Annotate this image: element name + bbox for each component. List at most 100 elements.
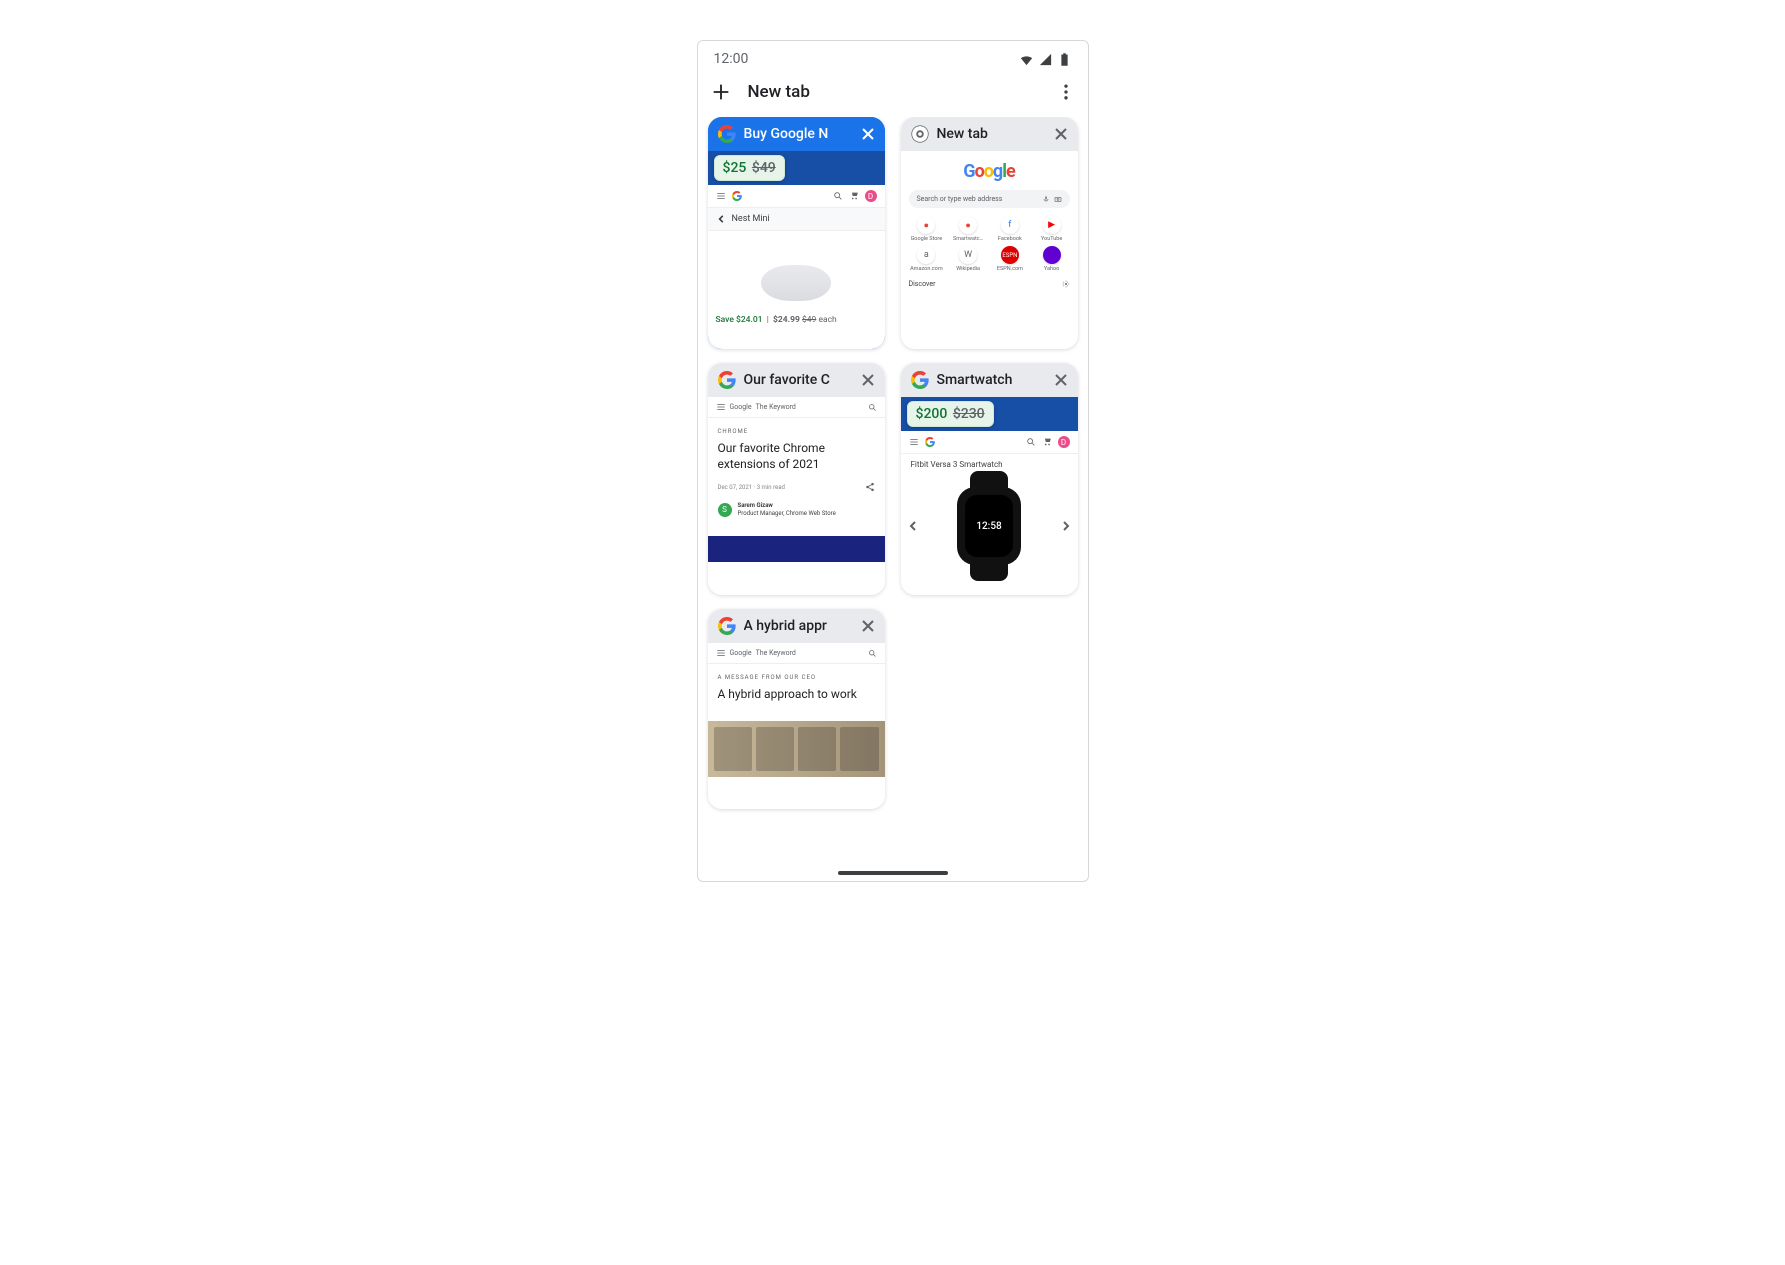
tab-card[interactable]: A hybrid appr Google The Keyword A MESSA… xyxy=(708,609,885,809)
google-icon xyxy=(718,125,736,143)
status-bar: 12:00 xyxy=(698,41,1088,71)
overflow-menu-button[interactable] xyxy=(1056,82,1076,102)
price-old: $49 xyxy=(752,160,776,176)
tab-card[interactable]: Smartwatch $200 $230 D Fitbit Versa 3 S xyxy=(901,363,1078,595)
chrome-icon xyxy=(911,125,929,143)
google-icon xyxy=(718,617,736,635)
search-icon xyxy=(868,403,877,412)
tab-titlebar: Smartwatch xyxy=(901,363,1078,397)
price-drop-chip[interactable]: $200 $230 xyxy=(907,401,994,427)
close-tab-button[interactable] xyxy=(1054,127,1068,141)
close-tab-button[interactable] xyxy=(861,127,875,141)
discover-label: Discover xyxy=(909,280,936,288)
site-shortcut: fFacebook xyxy=(990,216,1030,242)
tab-grid[interactable]: Buy Google N $25 $49 D xyxy=(698,117,1088,881)
article-headline: Our favorite Chrome extensions of 2021 xyxy=(718,441,875,472)
price-current: $25 xyxy=(723,160,747,176)
tab-thumbnail[interactable]: Google The Keyword CHROME Our favorite C… xyxy=(708,397,885,595)
article-kicker: CHROME xyxy=(718,428,875,435)
cart-icon xyxy=(1042,437,1052,447)
price-old: $230 xyxy=(953,406,985,422)
tab-title: Smartwatch xyxy=(937,372,1046,388)
menu-icon xyxy=(716,191,726,201)
tab-titlebar: A hybrid appr xyxy=(708,609,885,643)
article-header-bar: Google The Keyword xyxy=(708,397,885,418)
mic-icon xyxy=(1042,195,1050,203)
close-tab-button[interactable] xyxy=(1054,373,1068,387)
watch-face-time: 12:58 xyxy=(965,495,1013,557)
menu-icon xyxy=(716,402,726,412)
article-hero-image xyxy=(708,721,885,777)
new-tab-label[interactable]: New tab xyxy=(748,82,810,102)
search-omnibox: Search or type web address xyxy=(909,190,1070,208)
brand-google: Google xyxy=(730,403,752,411)
brand-keyword: The Keyword xyxy=(756,649,796,657)
brand-keyword: The Keyword xyxy=(756,403,796,411)
tab-thumbnail[interactable]: Google The Keyword A MESSAGE FROM OUR CE… xyxy=(708,643,885,809)
gear-icon xyxy=(1062,280,1070,288)
tab-thumbnail[interactable]: $200 $230 D Fitbit Versa 3 Smartwatch xyxy=(901,397,1078,595)
article-hero-image xyxy=(708,536,885,562)
site-shortcut: WWikipedia xyxy=(948,246,988,272)
search-icon xyxy=(868,649,877,658)
site-shortcut: ▶YouTube xyxy=(1032,216,1072,242)
battery-icon xyxy=(1057,52,1072,67)
tab-thumbnail[interactable]: Google Search or type web address ●Googl… xyxy=(901,151,1078,349)
store-header: D xyxy=(708,185,885,208)
menu-icon xyxy=(716,648,726,658)
breadcrumb-back: Nest Mini xyxy=(708,208,885,231)
price-line: Save $24.01 | $24.99 $49 each xyxy=(708,311,885,329)
article-headline: A hybrid approach to work xyxy=(718,687,875,703)
article-kicker: A MESSAGE FROM OUR CEO xyxy=(718,674,875,681)
avatar: D xyxy=(1058,436,1070,448)
avatar: D xyxy=(865,190,877,202)
share-icon xyxy=(865,482,875,492)
new-tab-button[interactable] xyxy=(710,81,732,103)
chevron-left-icon xyxy=(907,520,919,532)
tab-titlebar: Our favorite C xyxy=(708,363,885,397)
tab-card[interactable]: Our favorite C Google The Keyword CHROME… xyxy=(708,363,885,595)
author-title: Product Manager, Chrome Web Store xyxy=(738,510,836,517)
author-avatar: S xyxy=(718,503,732,517)
close-tab-button[interactable] xyxy=(861,619,875,633)
site-shortcut: Yahoo xyxy=(1032,246,1072,272)
tab-title: Buy Google N xyxy=(744,126,853,142)
google-icon xyxy=(925,437,935,447)
phone-frame: 12:00 New tab Buy Google N $25 $49 xyxy=(697,40,1089,882)
omnibox-placeholder: Search or type web address xyxy=(917,195,1003,203)
tab-card[interactable]: Buy Google N $25 $49 D xyxy=(708,117,885,349)
chevron-right-icon xyxy=(1060,520,1072,532)
cell-signal-icon xyxy=(1038,52,1053,67)
search-icon xyxy=(833,191,843,201)
tab-title: Our favorite C xyxy=(744,372,853,388)
close-tab-button[interactable] xyxy=(861,373,875,387)
product-image xyxy=(761,265,831,301)
tab-titlebar: New tab xyxy=(901,117,1078,151)
store-header: D xyxy=(901,431,1078,454)
tab-title: A hybrid appr xyxy=(744,618,853,634)
tab-card[interactable]: New tab Google Search or type web addres… xyxy=(901,117,1078,349)
menu-icon xyxy=(909,437,919,447)
google-icon xyxy=(911,371,929,389)
discover-header: Discover xyxy=(901,276,1078,292)
tab-thumbnail[interactable]: $25 $49 D Nest Mini Sa xyxy=(708,151,885,349)
product-carousel: 12:58 xyxy=(901,475,1078,565)
product-name: Nest Mini xyxy=(732,214,770,224)
tab-title: New tab xyxy=(937,126,1046,142)
wifi-icon xyxy=(1019,52,1034,67)
article-byline: S Sarem Gizaw Product Manager, Chrome We… xyxy=(718,502,875,518)
search-icon xyxy=(1026,437,1036,447)
tab-titlebar: Buy Google N xyxy=(708,117,885,151)
google-doodle: Google xyxy=(901,161,1078,182)
smartwatch-image: 12:58 xyxy=(957,487,1021,565)
most-visited-grid: ●Google Store ●Smartwatc… fFacebook ▶You… xyxy=(901,208,1078,276)
brand-google: Google xyxy=(730,649,752,657)
google-icon xyxy=(718,371,736,389)
status-time: 12:00 xyxy=(714,51,749,67)
tab-switcher-toolbar: New tab xyxy=(698,71,1088,117)
site-shortcut: aAmazon.com xyxy=(907,246,947,272)
site-shortcut: ●Google Store xyxy=(907,216,947,242)
site-shortcut: ESPNESPN.com xyxy=(990,246,1030,272)
gesture-nav-bar[interactable] xyxy=(838,871,948,875)
price-drop-chip[interactable]: $25 $49 xyxy=(714,155,785,181)
